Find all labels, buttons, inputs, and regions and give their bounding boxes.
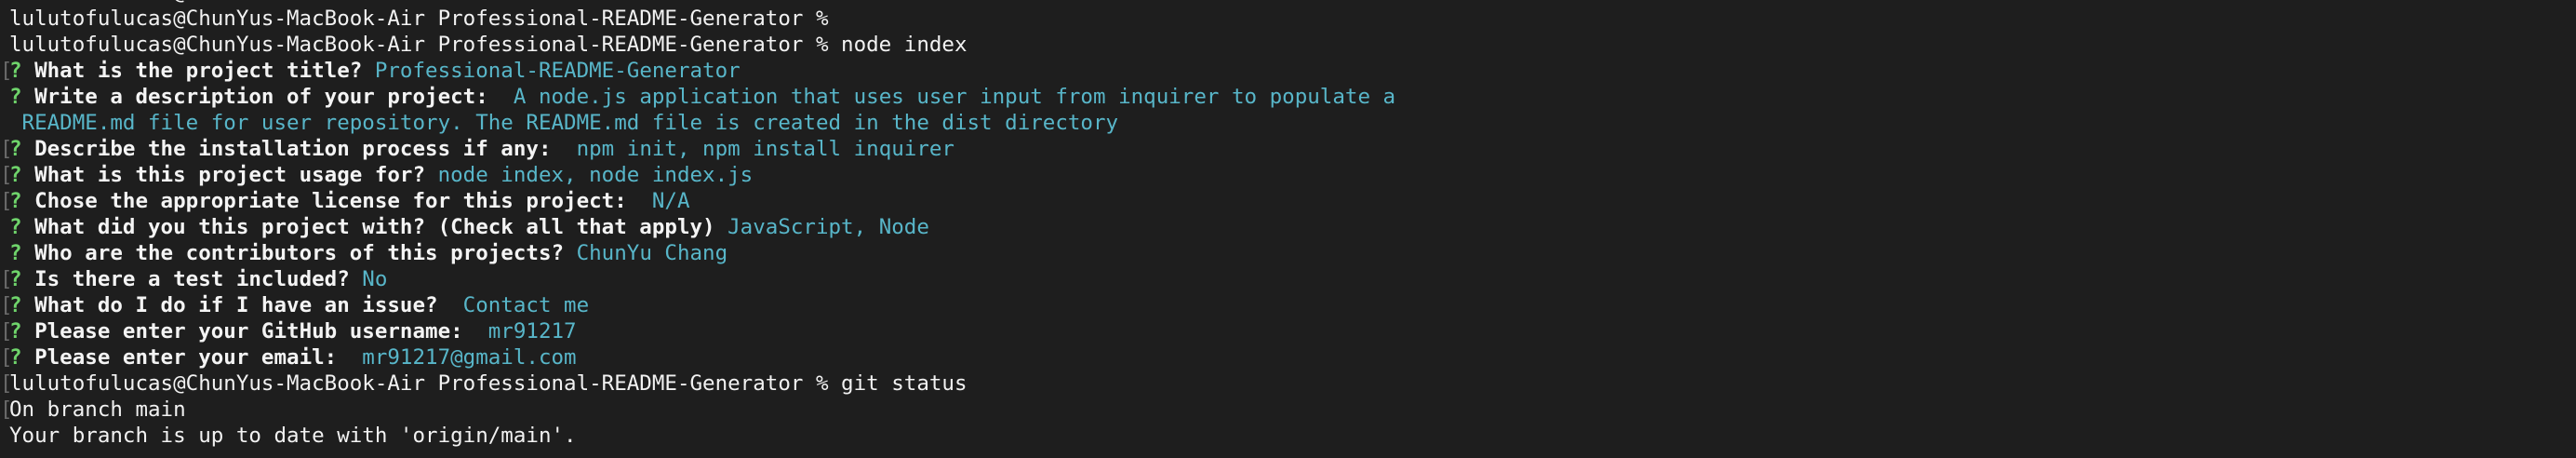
question-mark-icon: ? [9, 85, 22, 109]
shell-prompt-line: lulutofulucas@ChunYus-MacBook-Air Profes… [9, 32, 2567, 58]
question-mark-icon: ? [9, 189, 22, 213]
shell-command: lulutofulucas@ChunYus-MacBook-Air Profes… [9, 7, 829, 31]
prompt-question-line: ? What did you this project with? (Check… [9, 214, 2567, 240]
shell-command: lulutofulucas@ChunYus-MacBook-Air Profes… [9, 33, 968, 57]
output-text: On branch main [9, 397, 186, 422]
answer-text: mr91217@gmail.com [349, 345, 577, 370]
answer-text: JavaScript, Node [727, 215, 929, 239]
prompt-question-line: [? Describe the installation process if … [0, 136, 2567, 162]
prompt-question-line: [? What do I do if I have an issue? Cont… [0, 292, 2567, 318]
answer-text: Contact me [450, 293, 590, 317]
shell-prompt-line: [lulutofulucas@ChunYus-MacBook-Air Profe… [0, 370, 2567, 397]
line-gutter-mark: [ [0, 293, 13, 317]
question-text: What did you this project with? (Check a… [34, 215, 715, 239]
line-gutter-mark: [ [0, 137, 13, 161]
question-text: What is this project usage for? [34, 163, 426, 187]
question-mark-icon: ? [9, 241, 22, 265]
answer-text: npm init, npm install inquirer [564, 137, 954, 161]
answer-text: mr91217 [475, 319, 577, 344]
line-gutter-mark: [ [0, 59, 13, 83]
command-output-line: [On branch main [0, 397, 2567, 423]
question-mark-icon: ? [9, 345, 22, 370]
answer-text: N/A [639, 189, 690, 213]
answer-text: README.md file for user repository. The … [9, 111, 1119, 135]
question-text: Chose the appropriate license for this p… [34, 189, 627, 213]
question-text: Who are the contributors of this project… [34, 241, 565, 265]
answer-text: Professional-README-Generator [374, 59, 741, 83]
line-gutter-mark: [ [0, 267, 13, 291]
question-text: What do I do if I have an issue? [34, 293, 438, 317]
question-text: Please enter your email: [34, 345, 338, 370]
prompt-question-line: [? What is the project title? Profession… [0, 58, 2567, 84]
line-gutter-mark: [ [0, 163, 13, 187]
question-mark-icon: ? [9, 319, 22, 344]
line-gutter-mark: [ [0, 189, 13, 213]
question-text: Please enter your GitHub username: [34, 319, 463, 344]
question-mark-icon: ? [9, 137, 22, 161]
terminal-window[interactable]: lulutofulucas@ChunYus-MacBook-Air Profes… [0, 0, 2576, 458]
prompt-question-line: [? What is this project usage for? node … [0, 162, 2567, 188]
output-text: Your branch is up to date with 'origin/m… [9, 424, 577, 448]
question-text: Describe the installation process if any… [34, 137, 552, 161]
command-output-line: Your branch is up to date with 'origin/m… [9, 423, 2567, 449]
prompt-question-line: ? Write a description of your project: A… [9, 84, 2567, 110]
answer-text: A node.js application that uses user inp… [501, 85, 1396, 109]
line-gutter-mark: [ [0, 397, 13, 422]
line-gutter-mark: [ [0, 319, 13, 344]
line-gutter-mark: [ [0, 371, 13, 396]
prompt-question-line: [? Is there a test included? No [0, 266, 2567, 292]
prompt-question-line: [? Chose the appropriate license for thi… [0, 188, 2567, 214]
line-gutter-mark: [ [0, 345, 13, 370]
question-mark-icon: ? [9, 267, 22, 291]
answer-continuation-line: README.md file for user repository. The … [9, 110, 2567, 136]
answer-text: No [362, 267, 388, 291]
question-text: What is the project title? [34, 59, 363, 83]
shell-prompt-line: lulutofulucas@ChunYus-MacBook-Air Profes… [9, 6, 2567, 32]
prompt-question-line: ? Who are the contributors of this proje… [9, 240, 2567, 266]
question-text: Is there a test included? [34, 267, 350, 291]
answer-text: node index, node index.js [437, 163, 754, 187]
question-text: Write a description of your project: [34, 85, 488, 109]
question-mark-icon: ? [9, 215, 22, 239]
shell-command: lulutofulucas@ChunYus-MacBook-Air Profes… [9, 0, 841, 5]
question-mark-icon: ? [9, 163, 22, 187]
shell-command: lulutofulucas@ChunYus-MacBook-Air Profes… [9, 371, 968, 396]
question-mark-icon: ? [9, 59, 22, 83]
prompt-question-line: [? Please enter your GitHub username: mr… [0, 318, 2567, 344]
answer-text: ChunYu Chang [576, 241, 728, 265]
question-mark-icon: ? [9, 293, 22, 317]
prompt-question-line: [? Please enter your email: mr91217@gmai… [0, 344, 2567, 370]
